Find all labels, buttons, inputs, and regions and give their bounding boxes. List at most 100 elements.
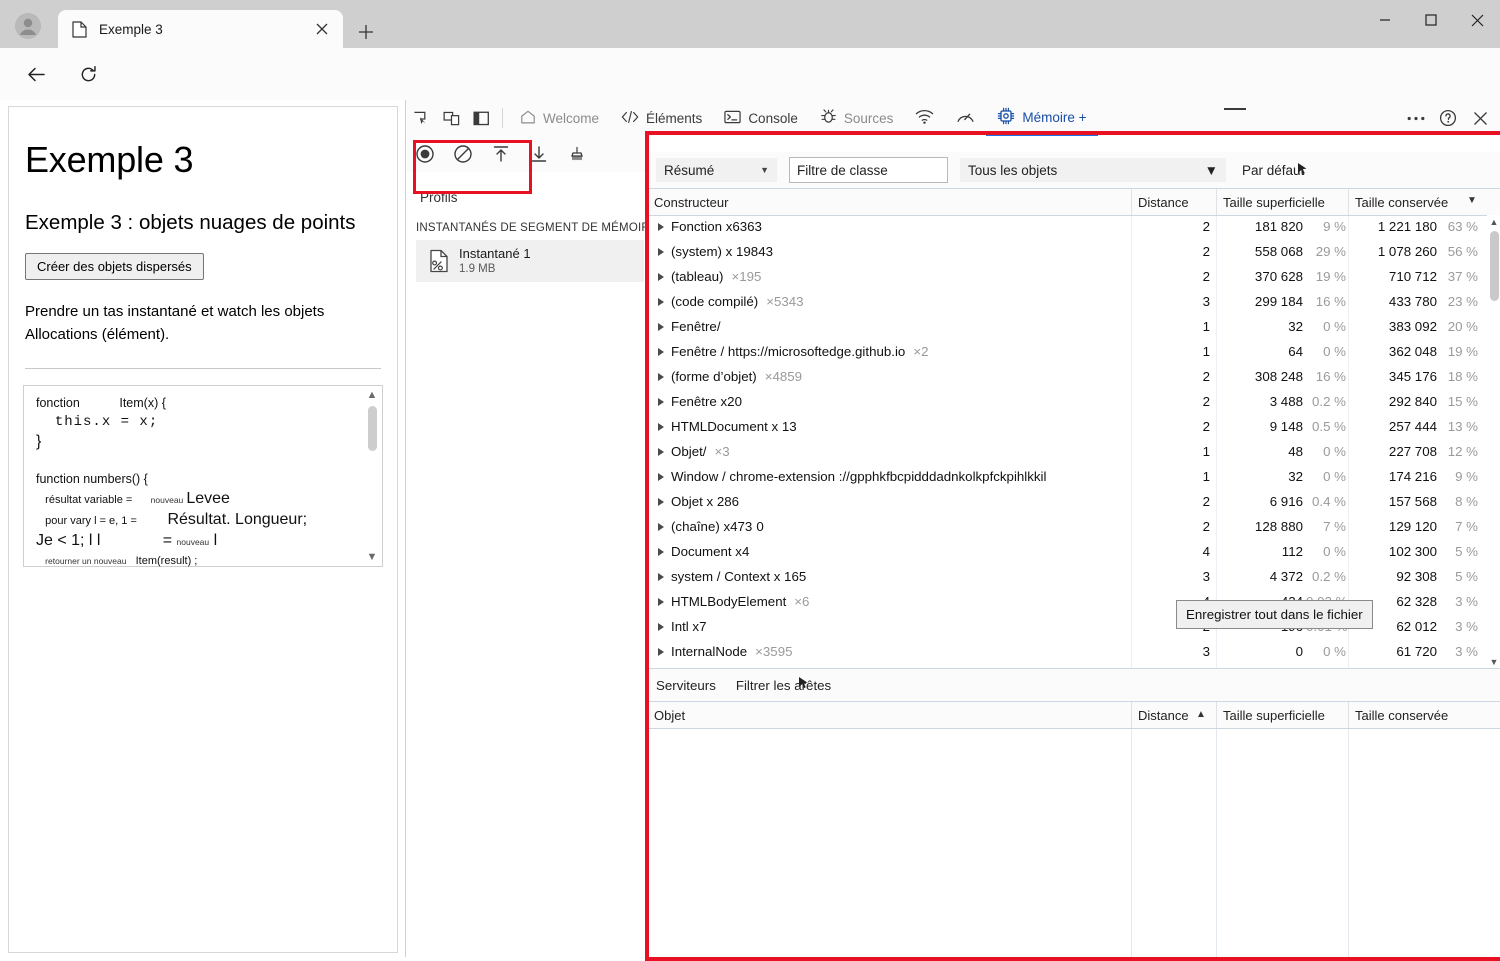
scroll-down-icon[interactable]: ▼: [367, 550, 378, 564]
table-row[interactable]: Objet/×3 1 48 0 % 227 708 12 %: [646, 441, 1500, 466]
retainers-filter-input[interactable]: Filtrer les arêtes: [736, 676, 831, 693]
scroll-down-icon[interactable]: ▼: [1487, 655, 1500, 669]
maximize-icon[interactable]: [1408, 0, 1454, 40]
expand-triangle-icon[interactable]: [658, 398, 664, 406]
table-row[interactable]: Fenêtre x20 2 3 488 0.2 % 292 840 15 %: [646, 391, 1500, 416]
more-tools-ellipsis-icon[interactable]: [1401, 103, 1431, 133]
expand-triangle-icon[interactable]: [658, 648, 664, 656]
table-row[interactable]: (forme d’objet) ×4859 2 308 248 16 % 345 176 1…: [646, 366, 1500, 391]
scroll-thumb[interactable]: [367, 406, 377, 451]
expand-triangle-icon[interactable]: [658, 248, 664, 256]
table-row[interactable]: Objet x 286 2 6 916 0.4 % 157 568 8 %: [646, 491, 1500, 516]
code-line-8a: retourner un nouveau: [45, 556, 127, 566]
cell-retained-size: 1 078 260: [1377, 244, 1437, 259]
cell-retained-size: 345 176: [1388, 369, 1437, 384]
retainers-body[interactable]: [646, 729, 1500, 958]
create-scattered-objects-button[interactable]: Créer des objets dispersés: [25, 253, 204, 280]
column-header-retained-size[interactable]: Taille conservée ▼: [1348, 189, 1500, 215]
snapshot-list-item[interactable]: Instantané 1 1.9 MB: [416, 240, 644, 282]
expand-triangle-icon[interactable]: [658, 273, 664, 281]
retainers-tab[interactable]: Serviteurs: [656, 678, 716, 693]
expand-triangle-icon[interactable]: [658, 548, 664, 556]
class-filter-input[interactable]: Filtre de classe: [789, 157, 948, 183]
table-row[interactable]: Fonction x6363 2 181 820 9 % 1 221 180 63 %: [646, 216, 1500, 241]
close-devtools-icon[interactable]: [1465, 103, 1495, 133]
table-row[interactable]: (chaîne) x473 0 2 128 880 7 % 129 120 7 %: [646, 516, 1500, 541]
column-header-distance[interactable]: Distance ▲: [1131, 702, 1222, 728]
table-row[interactable]: (code compilé) ×5343 3 299 184 16 % 433 780 23…: [646, 291, 1500, 316]
table-row[interactable]: (tableau) ×195 2 370 628 19 % 710 712 37 %: [646, 266, 1500, 291]
tab-memory[interactable]: Mémoire +: [986, 99, 1098, 137]
dock-side-icon[interactable]: [466, 103, 496, 133]
tab-console[interactable]: Console: [713, 100, 809, 136]
expand-triangle-icon[interactable]: [658, 448, 664, 456]
back-arrow-icon[interactable]: [18, 56, 54, 92]
view-mode-select[interactable]: Résumé ▼: [656, 158, 777, 182]
expand-triangle-icon[interactable]: [658, 348, 664, 356]
cell-shallow-size: 128 880: [1254, 519, 1303, 534]
help-question-icon[interactable]: [1433, 103, 1463, 133]
table-row[interactable]: Fenêtre/1 32 0 % 383 092 20 %: [646, 316, 1500, 341]
expand-triangle-icon[interactable]: [658, 473, 664, 481]
base-snapshot-label[interactable]: Par défaut: [1242, 162, 1307, 178]
retainers-toolbar: Serviteurs Filtrer les arêtes: [646, 669, 1500, 701]
column-header-shallow-size[interactable]: Taille superficielle: [1216, 702, 1355, 728]
table-row[interactable]: InternalNode ×3595 3 0 0 % 61 720 3 %: [646, 641, 1500, 666]
expand-triangle-icon[interactable]: [658, 423, 664, 431]
expand-triangle-icon[interactable]: [658, 523, 664, 531]
cell-shallow-pct: 9 %: [1323, 219, 1346, 234]
table-row[interactable]: (system) x 19843 2 558 068 29 % 1 078 260 56 …: [646, 241, 1500, 266]
account-avatar-icon[interactable]: [8, 8, 48, 44]
expand-triangle-icon[interactable]: [658, 623, 664, 631]
expand-triangle-icon[interactable]: [658, 223, 664, 231]
cell-distance: 1: [1202, 344, 1210, 359]
page-instructions: Prendre un tas instantané et watch les o…: [25, 303, 325, 343]
column-header-shallow-size[interactable]: Taille superficielle: [1216, 189, 1355, 215]
table-row[interactable]: Document x4 4 112 0 % 102 300 5 %: [646, 541, 1500, 566]
scroll-up-icon[interactable]: ▲: [367, 388, 378, 402]
column-header-distance[interactable]: Distance: [1131, 189, 1222, 215]
code-line-1b: Item(x) {: [119, 396, 166, 410]
navigation-toolbar: https://microsoftedge.github.io/Demos/de…: [0, 48, 1500, 138]
column-divider: [1216, 729, 1217, 958]
minimize-icon[interactable]: [1362, 0, 1408, 40]
new-tab-button[interactable]: [352, 18, 380, 46]
minimize-icon[interactable]: [1224, 108, 1246, 110]
object-count: ×3: [714, 444, 730, 459]
close-icon[interactable]: [1454, 0, 1500, 40]
demo-page: Exemple 3 Exemple 3 : objets nuages de p…: [8, 106, 398, 953]
expand-triangle-icon[interactable]: [658, 573, 664, 581]
inspect-element-icon[interactable]: [406, 103, 436, 133]
close-icon[interactable]: [309, 16, 335, 42]
tab-welcome[interactable]: Welcome: [509, 100, 610, 136]
scroll-up-icon[interactable]: ▲: [1487, 215, 1500, 229]
constructor-name: Objet x 286: [671, 494, 740, 509]
column-header-constructor[interactable]: Constructeur: [654, 189, 728, 215]
column-header-retained-size[interactable]: Taille conservée: [1348, 702, 1500, 728]
table-row[interactable]: HTMLDocument x 13 2 9 148 0.5 % 257 444 13 %: [646, 416, 1500, 441]
table-row[interactable]: Fenêtre / https://microsoftedge.github.i…: [646, 341, 1500, 366]
tab-performance[interactable]: [945, 100, 986, 136]
column-header-object[interactable]: Objet: [654, 702, 685, 728]
grid-header: Constructeur Distance Taille superficiel…: [646, 189, 1500, 216]
expand-triangle-icon[interactable]: [658, 323, 664, 331]
table-row[interactable]: Window / chrome-extension ://gpphkfbcpid…: [646, 466, 1500, 491]
expand-triangle-icon[interactable]: [658, 498, 664, 506]
browser-tab[interactable]: Exemple 3: [58, 10, 343, 48]
expand-triangle-icon[interactable]: [658, 598, 664, 606]
objects-scope-select[interactable]: Tous les objets ▼: [960, 158, 1226, 182]
device-toolbar-icon[interactable]: [436, 103, 466, 133]
tab-sources[interactable]: Sources: [809, 100, 905, 136]
grid-scrollbar[interactable]: ▲ ▼: [1487, 215, 1500, 669]
expand-triangle-icon[interactable]: [658, 373, 664, 381]
tab-elements[interactable]: Éléments: [610, 100, 713, 136]
expand-triangle-icon[interactable]: [658, 298, 664, 306]
scroll-thumb[interactable]: [1490, 231, 1499, 301]
table-row[interactable]: system / Context x 165 3 4 372 0.2 % 92 308 5…: [646, 566, 1500, 591]
performance-gauge-icon: [956, 108, 975, 128]
tab-network[interactable]: [904, 100, 945, 136]
code-scrollbar[interactable]: ▲ ▼: [364, 388, 380, 564]
clear-all-icon[interactable]: [558, 136, 596, 172]
reload-icon[interactable]: [70, 56, 106, 92]
cell-retained-size: 257 444: [1388, 419, 1437, 434]
